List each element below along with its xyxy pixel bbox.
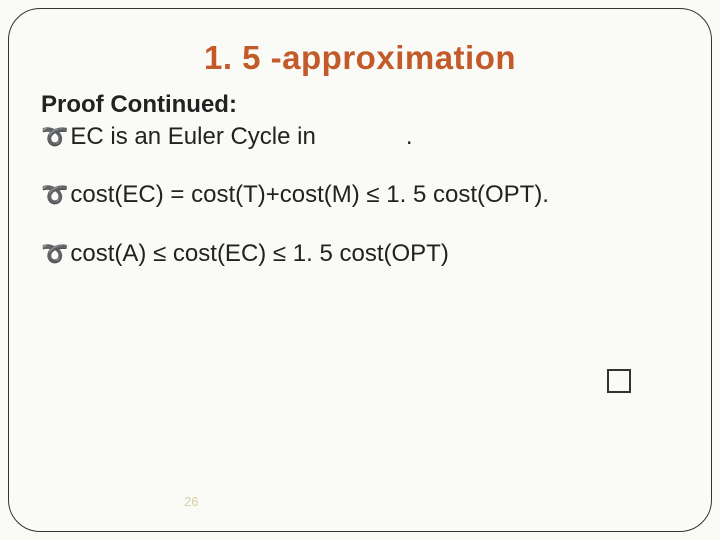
slide-frame: 1. 5 -approximation Proof Continued: ➰EC…	[8, 8, 712, 532]
line-cost-ec: ➰cost(EC) = cost(T)+cost(M) ≤ 1. 5 cost(…	[41, 179, 679, 211]
line-cost-ec-text: cost(EC) = cost(T)+cost(M) ≤ 1. 5 cost(O…	[70, 181, 549, 208]
slide: 1. 5 -approximation Proof Continued: ➰EC…	[0, 0, 720, 540]
line-ec-euler-text-b: .	[406, 123, 413, 150]
bullet-icon: ➰	[41, 239, 68, 269]
proof-continued-heading: Proof Continued:	[41, 91, 679, 119]
line-cost-a: ➰cost(A) ≤ cost(EC) ≤ 1. 5 cost(OPT)	[41, 238, 679, 270]
line-cost-a-text: cost(A) ≤ cost(EC) ≤ 1. 5 cost(OPT)	[70, 240, 448, 267]
bullet-icon: ➰	[41, 122, 68, 152]
line-ec-euler-text-a: EC is an Euler Cycle in	[70, 123, 315, 150]
qed-box-icon	[607, 369, 631, 393]
bullet-icon: ➰	[41, 180, 68, 210]
line-ec-euler: ➰EC is an Euler Cycle in.	[41, 121, 679, 153]
page-number: 26	[184, 494, 198, 509]
slide-title: 1. 5 -approximation	[41, 39, 679, 77]
